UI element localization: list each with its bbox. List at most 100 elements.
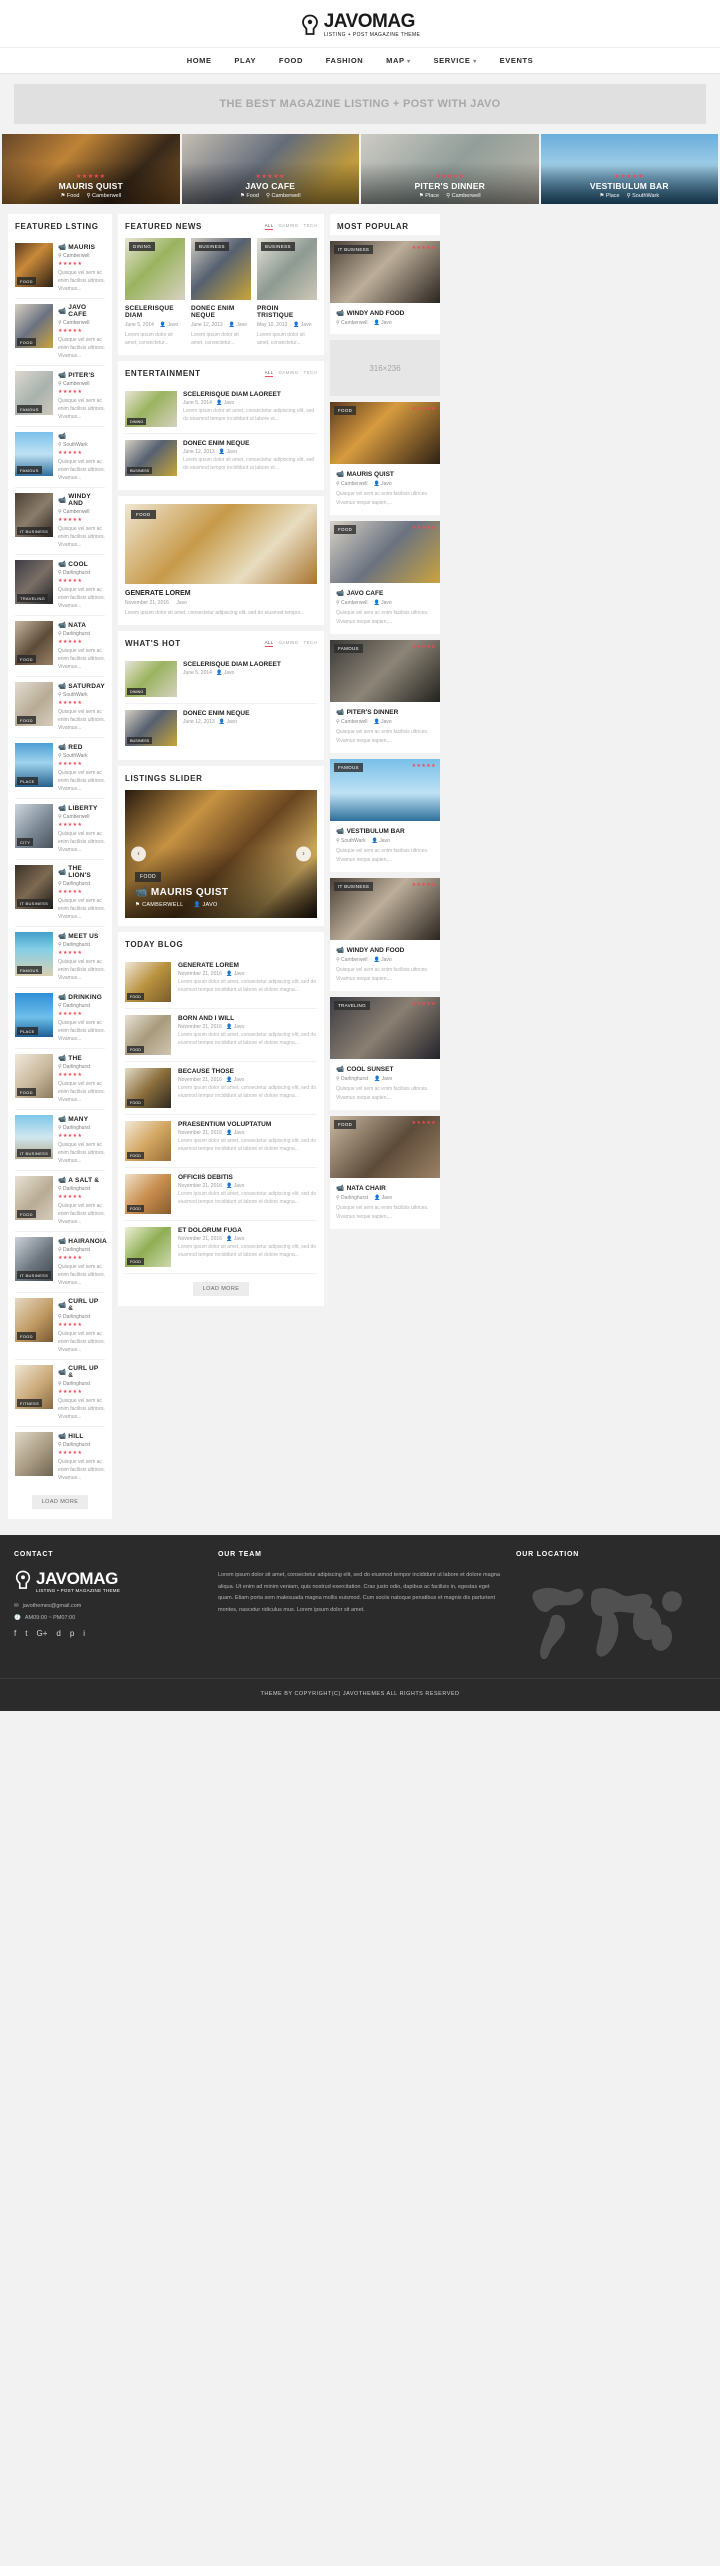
list-item[interactable]: 📹 HILL ⚲ Darlinghurst ★★★★★ Quisque vel s… xyxy=(15,1427,105,1487)
featured-listing-load-more-button[interactable]: LOAD MORE xyxy=(31,1495,89,1509)
list-item[interactable]: DINING SCELERISQUE DIAM LAOREET June 5, … xyxy=(125,385,317,434)
nav-item-map[interactable]: MAP ▾ xyxy=(386,56,411,65)
list-item[interactable]: FOOD PRAESENTIUM VOLUPTATUM November 21,… xyxy=(125,1115,317,1168)
video-camera-icon: 📹 xyxy=(58,744,67,751)
popular-card[interactable]: FOOD ★★★★★ 📹 JAVO CAFE ⚲ Camberwell 👤 Javo… xyxy=(330,521,440,634)
list-item[interactable]: TRAVELING 📹 COOL ⚲ Darlinghurst ★★★★★ Qui… xyxy=(15,555,105,616)
rating-stars: ★★★★★ xyxy=(58,517,83,523)
popular-card[interactable]: IT BUSINESS ★★★★★ 📹 WINDY AND FOOD ⚲ Camb… xyxy=(330,241,440,334)
list-item[interactable]: IT BUSINESS 📹 MANY ⚲ Darlinghurst ★★★★★ Q… xyxy=(15,1110,105,1171)
listings-slider[interactable]: FOOD 📹 MAURIS QUIST ⚑ CAMBERWELL 👤 JAVO … xyxy=(125,790,317,918)
social-icon-Gplus[interactable]: G+ xyxy=(36,1629,47,1638)
list-item[interactable]: FOOD 📹 A SALT & ⚲ Darlinghurst ★★★★★ Quis… xyxy=(15,1171,105,1232)
category-badge: FOOD xyxy=(17,1088,36,1096)
list-item[interactable]: IT BUSINESS 📹 WINDY AND ⚲ Camberwell ★★★★… xyxy=(15,488,105,555)
list-item[interactable]: FITNESS 📹 CURL UP & ⚲ Darlinghurst ★★★★★ … xyxy=(15,1360,105,1427)
popular-card[interactable]: IT BUSINESS ★★★★★ 📹 WINDY AND FOOD ⚲ Camb… xyxy=(330,878,440,991)
hero-card[interactable]: ★★★★★ MAURIS QUIST ⚑ Food ⚲ Camberwell xyxy=(2,134,180,204)
list-item[interactable]: FOOD 📹 MAURIS ⚲ Camberwell ★★★★★ Quisque … xyxy=(15,238,105,299)
tab-tech[interactable]: TECH xyxy=(304,223,317,230)
list-item[interactable]: DINING SCELERISQUE DIAM LAOREET June 5, … xyxy=(125,655,317,704)
list-item[interactable]: IT BUSINESS 📹 THE LION'S ⚲ Darlinghurst ★… xyxy=(15,860,105,927)
hero-card[interactable]: ★★★★★ JAVO CAFE ⚑ Food ⚲ Camberwell xyxy=(181,134,359,204)
tab-all[interactable]: ALL xyxy=(264,370,274,377)
list-item[interactable]: FOOD 📹 THE ⚲ Darlinghurst ★★★★★ Quisque v… xyxy=(15,1049,105,1110)
site-footer: CONTACT JAVOMAG LISTING • POST MAGAZINE … xyxy=(0,1535,720,1678)
list-item[interactable]: FOOD 📹 JAVO CAFE ⚲ Camberwell ★★★★★ Quisq… xyxy=(15,299,105,366)
hero-card-tags: ⚑ Food ⚲ Camberwell xyxy=(2,193,180,199)
news-card[interactable]: BUSINESS PROIN TRISTIQUE May 10, 2013 👤 J… xyxy=(257,238,317,347)
list-item[interactable]: PLACE 📹 DRINKING ⚲ Darlinghurst ★★★★★ Qui… xyxy=(15,988,105,1049)
tab-gaming[interactable]: GAMING xyxy=(278,223,298,230)
article-title: DONEC ENIM NEQUE xyxy=(183,440,250,447)
advertisement-box[interactable]: 316×236 xyxy=(330,340,440,396)
category-badge: FOOD xyxy=(127,1099,144,1106)
list-item[interactable]: BUSINESS DONEC ENIM NEQUE June 12, 2013 … xyxy=(125,434,317,482)
listing-body: 📹 NATA ⚲ Darlinghurst ★★★★★ Quisque vel s… xyxy=(58,621,105,671)
nav-item-service[interactable]: SERVICE ▾ xyxy=(434,56,477,65)
social-icon-i[interactable]: i xyxy=(83,1629,85,1638)
hero-card[interactable]: ★★★★★ PITER'S DINNER ⚑ Place ⚲ Camberwel… xyxy=(361,134,539,204)
tab-tech[interactable]: TECH xyxy=(304,370,317,377)
today-blog-load-more-button[interactable]: LOAD MORE xyxy=(192,1282,250,1296)
hero-card-tags: ⚑ Place ⚲ Camberwell xyxy=(361,193,539,199)
footer-team-text: Lorem ipsum dolor sit amet, consectetur … xyxy=(218,1572,500,1613)
list-item[interactable]: FOOD OFFICIIS DEBITIS November 21, 2016 … xyxy=(125,1168,317,1221)
list-item[interactable]: FOOD BORN AND I WILL November 21, 2016 👤… xyxy=(125,1009,317,1062)
slider-prev-button[interactable]: ‹ xyxy=(131,846,146,862)
blog-body: ET DOLORUM FUGA November 21, 2016 👤 Javo… xyxy=(178,1227,317,1267)
tab-gaming[interactable]: GAMING xyxy=(278,640,298,647)
list-item[interactable]: CITY 📹 LIBERTY ⚲ Camberwell ★★★★★ Quisque… xyxy=(15,799,105,860)
listing-location: ⚲ Darlinghurst xyxy=(58,570,91,576)
category-badge: FOOD xyxy=(334,406,357,415)
popular-card[interactable]: FOOD ★★★★★ 📹 MAURIS QUIST ⚲ Camberwell 👤 J… xyxy=(330,402,440,515)
video-camera-icon: 📹 xyxy=(336,471,345,478)
nav-item-play[interactable]: PLAY xyxy=(234,56,256,65)
tab-all[interactable]: ALL xyxy=(264,223,274,230)
list-item[interactable]: FAMOUS 📹 ⚲ SouthWark ★★★★★ Quisque vel s… xyxy=(15,427,105,488)
site-logo[interactable]: JAVOMAG LISTING + POST MAGAZINE THEME xyxy=(300,12,421,38)
social-icon-f[interactable]: f xyxy=(14,1629,16,1638)
tab-tech[interactable]: TECH xyxy=(304,640,317,647)
list-item[interactable]: FOOD 📹 SATURDAY ⚲ SouthWark ★★★★★ Quisque… xyxy=(15,677,105,738)
popular-card[interactable]: FAMOUS ★★★★★ 📹 PITER'S DINNER ⚲ Camberwel… xyxy=(330,640,440,753)
list-item[interactable]: FAMOUS 📹 PITER'S ⚲ Camberwell ★★★★★ Quisq… xyxy=(15,366,105,427)
footer-email-row[interactable]: ✉ javothemes@gmail.com xyxy=(14,1603,204,1609)
listing-location: ⚲ SouthWark xyxy=(58,692,88,698)
list-item[interactable]: FOOD GENERATE LOREM November 21, 2016 👤 … xyxy=(125,956,317,1009)
popular-card[interactable]: TRAVELING ★★★★★ 📹 COOL SUNSET ⚲ Darlinghu… xyxy=(330,997,440,1110)
nav-item-events[interactable]: EVENTS xyxy=(500,56,534,65)
rating-stars: ★★★★★ xyxy=(411,1001,436,1007)
list-item[interactable]: FOOD 📹 CURL UP & ⚲ Darlinghurst ★★★★★ Qui… xyxy=(15,1293,105,1360)
news-card[interactable]: DINING SCELERISQUE DIAM June 5, 2014 👤 Ja… xyxy=(125,238,185,347)
social-icon-p[interactable]: p xyxy=(70,1629,74,1638)
category-badge: FAMOUS xyxy=(334,644,363,653)
generate-lorem-title[interactable]: GENERATE LOREM xyxy=(125,590,317,597)
list-item[interactable]: FOOD 📹 NATA ⚲ Darlinghurst ★★★★★ Quisque … xyxy=(15,616,105,677)
slider-next-button[interactable]: › xyxy=(296,846,311,862)
rating-stars: ★★★★★ xyxy=(58,1072,83,1078)
list-item[interactable]: IT BUSINESS 📹 HAIRANOIA ⚲ Darlinghurst ★★… xyxy=(15,1232,107,1293)
nav-item-food[interactable]: FOOD xyxy=(279,56,303,65)
post-author: 👤 Javo xyxy=(373,957,392,963)
hero-card[interactable]: ★★★★★ VESTIBULUM BAR ⚑ Place ⚲ SouthWark xyxy=(540,134,718,204)
category-badge: FOOD xyxy=(17,338,36,346)
popular-body: 📹 VESTIBULUM BAR ⚲ SouthWark 👤 Javo Quisqu… xyxy=(330,821,440,872)
nav-item-home[interactable]: HOME xyxy=(187,56,212,65)
list-item[interactable]: PLACE 📹 RED ⚲ SouthWark ★★★★★ Quisque vel… xyxy=(15,738,105,799)
list-item[interactable]: BUSINESS DONEC ENIM NEQUE June 12, 2013 … xyxy=(125,704,317,752)
tab-gaming[interactable]: GAMING xyxy=(278,370,298,377)
nav-item-fashion[interactable]: FASHION xyxy=(326,56,364,65)
social-icon-d[interactable]: d xyxy=(56,1629,60,1638)
footer-logo[interactable]: JAVOMAG LISTING • POST MAGAZINE THEME xyxy=(14,1570,204,1593)
news-card[interactable]: BUSINESS DONEC ENIM NEQUE June 12, 2013 👤… xyxy=(191,238,251,347)
list-item[interactable]: FAMOUS 📹 MEET US ⚲ Darlinghurst ★★★★★ Qui… xyxy=(15,927,105,988)
article-title: SCELERISQUE DIAM LAOREET xyxy=(183,661,281,668)
popular-card[interactable]: FOOD ★★★★★ 📹 NATA CHAIR ⚲ Darlinghurst 👤 J… xyxy=(330,1116,440,1229)
social-icon-t[interactable]: t xyxy=(25,1629,27,1638)
generate-lorem-image[interactable]: FOOD xyxy=(125,504,317,584)
list-item[interactable]: FOOD ET DOLORUM FUGA November 21, 2016 👤… xyxy=(125,1221,317,1274)
popular-card[interactable]: FAMOUS ★★★★★ 📹 VESTIBULUM BAR ⚲ SouthWark… xyxy=(330,759,440,872)
tab-all[interactable]: ALL xyxy=(264,640,274,647)
list-item[interactable]: FOOD BECAUSE THOSE November 21, 2016 👤 J… xyxy=(125,1062,317,1115)
